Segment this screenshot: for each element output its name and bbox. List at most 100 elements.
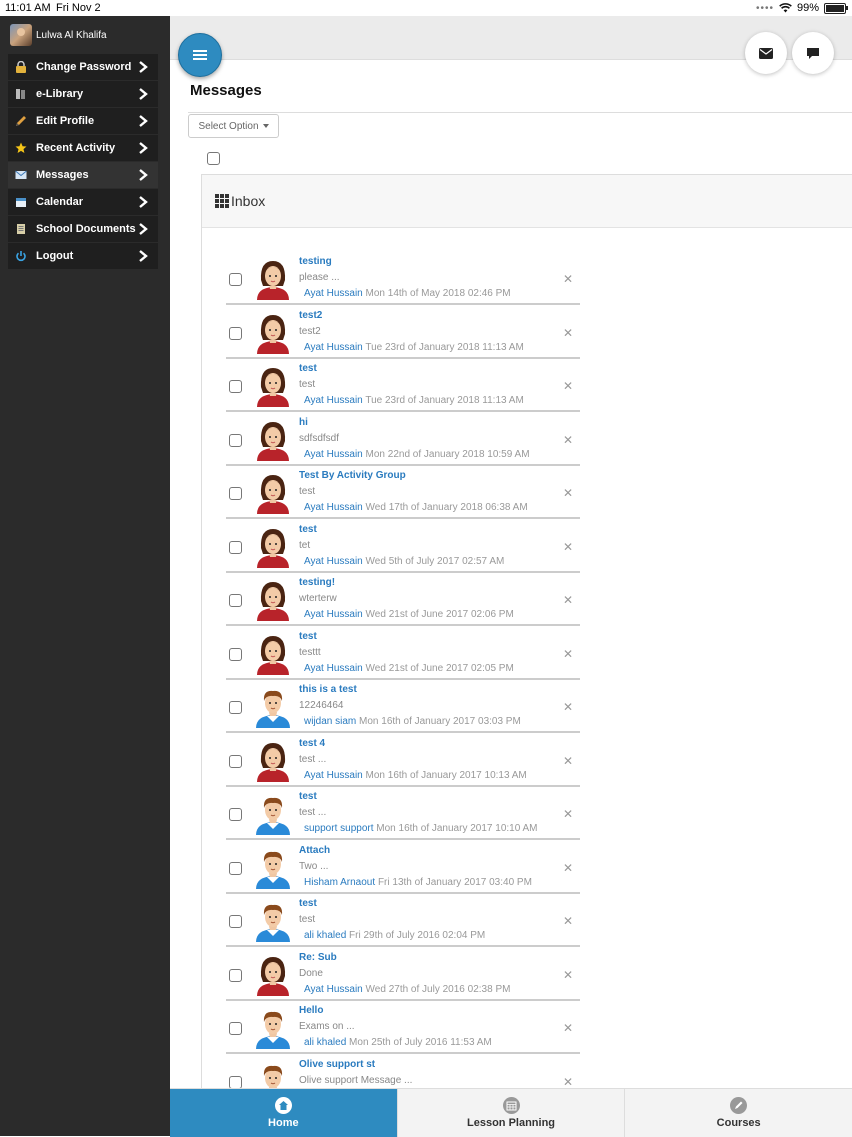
message-row[interactable]: testing please ... Ayat Hussain Mon 14th o… (226, 252, 580, 305)
message-checkbox[interactable] (229, 915, 242, 928)
message-checkbox[interactable] (229, 808, 242, 821)
message-subject[interactable]: test (299, 898, 317, 909)
message-checkbox[interactable] (229, 433, 242, 447)
message-checkbox[interactable] (229, 968, 242, 982)
sidebar-item-recent-activity[interactable]: Recent Activity (8, 135, 158, 161)
message-row[interactable]: test2 test2 Ayat Hussain Tue 23rd of Janua… (226, 306, 580, 359)
message-checkbox[interactable] (229, 326, 242, 340)
chat-button[interactable] (792, 32, 834, 74)
sidebar-item-calendar[interactable]: Calendar (8, 189, 158, 215)
delete-icon[interactable]: ✕ (563, 914, 573, 928)
sidebar-item-logout[interactable]: Logout (8, 243, 158, 269)
select-all-checkbox[interactable] (207, 152, 220, 165)
message-row[interactable]: test 4 test ... Ayat Hussain Mon 16th of J… (226, 734, 580, 787)
delete-icon[interactable]: ✕ (563, 272, 573, 286)
message-subject[interactable]: test2 (299, 310, 322, 321)
message-row[interactable]: Attach Two ... Hisham Arnaout Fri 13th of … (226, 841, 580, 894)
message-subject[interactable]: this is a test (299, 684, 357, 695)
delete-icon[interactable]: ✕ (563, 807, 573, 821)
message-sender[interactable]: wijdan siam (304, 716, 356, 727)
message-sender[interactable]: ali khaled (304, 1037, 346, 1048)
message-sender[interactable]: Ayat Hussain (304, 342, 363, 353)
message-row[interactable]: Hello Exams on ... ali khaled Mon 25th of … (226, 1001, 580, 1054)
message-sender[interactable]: Ayat Hussain (304, 770, 363, 781)
message-row[interactable]: this is a test 12246464 wijdan siam Mon 16… (226, 680, 580, 733)
message-subject[interactable]: Test By Activity Group (299, 470, 406, 481)
message-sender[interactable]: support support (304, 823, 374, 834)
delete-icon[interactable]: ✕ (563, 861, 573, 875)
message-subject[interactable]: test 4 (299, 738, 325, 749)
message-subject[interactable]: Re: Sub (299, 952, 337, 963)
delete-icon[interactable]: ✕ (563, 1075, 573, 1089)
message-row[interactable]: test test Ayat Hussain Tue 23rd of January… (226, 359, 580, 412)
message-subject[interactable]: testing! (299, 577, 335, 588)
message-sender[interactable]: Hisham Arnaout (304, 877, 375, 888)
user-profile[interactable]: Lulwa Al Khalifa (0, 16, 170, 54)
delete-icon[interactable]: ✕ (563, 379, 573, 393)
message-checkbox[interactable] (229, 273, 242, 286)
sidebar-item-school-documents[interactable]: School Documents (8, 216, 158, 242)
delete-icon[interactable]: ✕ (563, 968, 573, 982)
tab-courses[interactable]: Courses (624, 1089, 852, 1137)
message-checkbox[interactable] (229, 754, 242, 768)
message-subject[interactable]: Olive support st (299, 1059, 375, 1070)
message-row[interactable]: test testtt Ayat Hussain Wed 21st of June … (226, 627, 580, 680)
message-checkbox[interactable] (229, 861, 242, 875)
message-row[interactable]: hi sdfsdfsdf Ayat Hussain Mon 22nd of Janu… (226, 413, 580, 466)
message-row[interactable]: test tet Ayat Hussain Wed 5th of July 2017… (226, 520, 580, 573)
delete-icon[interactable]: ✕ (563, 700, 573, 714)
delete-icon[interactable]: ✕ (563, 486, 573, 500)
message-checkbox[interactable] (229, 487, 242, 500)
message-subject[interactable]: test (299, 791, 317, 802)
message-date: Mon 14th of May 2018 02:46 PM (365, 288, 511, 299)
message-checkbox[interactable] (229, 701, 242, 714)
message-meta: Ayat Hussain Tue 23rd of January 2018 11… (304, 342, 524, 353)
delete-icon[interactable]: ✕ (563, 1021, 573, 1035)
message-sender[interactable]: Ayat Hussain (304, 449, 363, 460)
message-row[interactable]: test test ali khaled Fri 29th of July 2016… (226, 894, 580, 947)
message-checkbox[interactable] (229, 540, 242, 554)
tab-lesson-planning[interactable]: Lesson Planning (396, 1089, 625, 1137)
message-sender[interactable]: Ayat Hussain (304, 556, 363, 567)
message-subject[interactable]: test (299, 524, 317, 535)
sidebar-item-messages[interactable]: Messages (8, 162, 158, 188)
sidebar-item-change-password[interactable]: Change Password (8, 54, 158, 80)
sidebar-item-e-library[interactable]: e-Library (8, 81, 158, 107)
message-subject[interactable]: Hello (299, 1005, 323, 1016)
delete-icon[interactable]: ✕ (563, 754, 573, 768)
message-sender[interactable]: Ayat Hussain (304, 984, 363, 995)
message-row[interactable]: test test ... support support Mon 16th of … (226, 787, 580, 840)
message-checkbox[interactable] (229, 1075, 242, 1089)
message-row[interactable]: testing! wterterw Ayat Hussain Wed 21st of… (226, 573, 580, 626)
delete-icon[interactable]: ✕ (563, 433, 573, 447)
message-checkbox[interactable] (229, 1022, 242, 1035)
message-date: Fri 13th of January 2017 03:40 PM (377, 876, 532, 888)
message-sender[interactable]: Ayat Hussain (304, 663, 363, 674)
delete-icon[interactable]: ✕ (563, 540, 573, 554)
message-sender[interactable]: ali khaled (304, 930, 346, 941)
message-checkbox[interactable] (229, 594, 242, 607)
pencil-icon (15, 115, 27, 127)
message-sender[interactable]: Ayat Hussain (304, 288, 363, 299)
message-row[interactable]: Re: Sub Done Ayat Hussain Wed 27th of July… (226, 948, 580, 1001)
message-sender[interactable]: Ayat Hussain (304, 502, 363, 513)
message-subject[interactable]: hi (299, 417, 308, 428)
hamburger-icon (193, 50, 207, 60)
delete-icon[interactable]: ✕ (563, 647, 573, 661)
delete-icon[interactable]: ✕ (563, 593, 573, 607)
message-sender[interactable]: Ayat Hussain (304, 395, 363, 406)
message-subject[interactable]: test (299, 363, 317, 374)
message-subject[interactable]: test (299, 631, 317, 642)
tab-home[interactable]: Home (170, 1089, 397, 1137)
delete-icon[interactable]: ✕ (563, 326, 573, 340)
mail-button[interactable] (745, 32, 787, 74)
message-subject[interactable]: Attach (299, 845, 330, 856)
select-option-dropdown[interactable]: Select Option (188, 114, 279, 138)
message-checkbox[interactable] (229, 647, 242, 661)
menu-toggle-button[interactable] (178, 33, 222, 77)
message-subject[interactable]: testing (299, 256, 332, 267)
message-sender[interactable]: Ayat Hussain (304, 609, 363, 620)
message-row[interactable]: Test By Activity Group test Ayat Hussain W… (226, 466, 580, 519)
sidebar-item-edit-profile[interactable]: Edit Profile (8, 108, 158, 134)
message-checkbox[interactable] (229, 380, 242, 393)
